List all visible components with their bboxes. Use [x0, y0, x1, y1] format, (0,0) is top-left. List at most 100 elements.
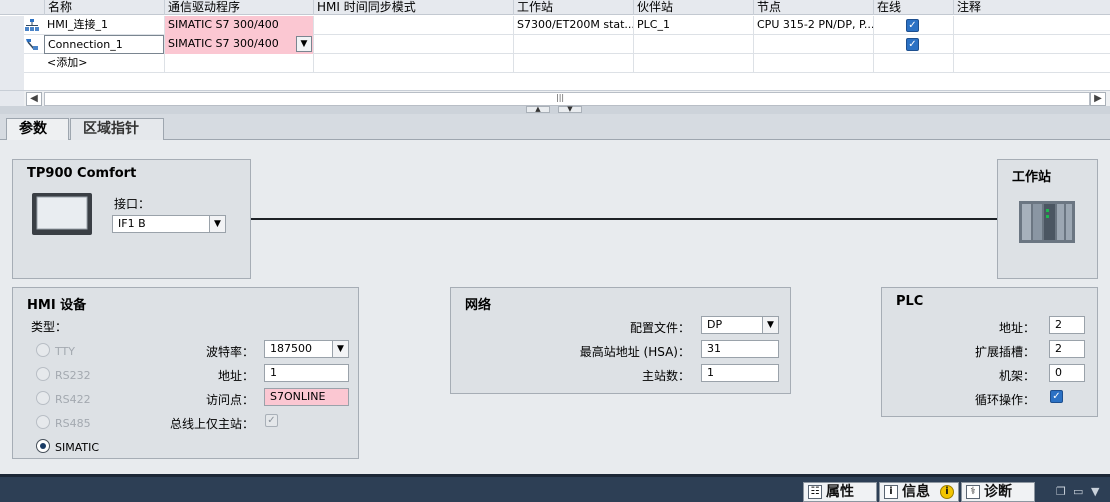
access-point-input[interactable]: S7ONLINE: [264, 388, 349, 406]
parameters-panel: TP900 Comfort 接口： IF1 B ▼ 工作站 HMI 设备 类型：…: [0, 140, 1110, 474]
rack-input[interactable]: 0: [1049, 364, 1085, 382]
column-header-driver[interactable]: 通信驱动程序: [164, 0, 313, 15]
radio-simatic-label: SIMATIC: [55, 441, 100, 454]
column-header-node[interactable]: 节点: [753, 0, 873, 15]
hmi-device-title: TP900 Comfort: [27, 166, 137, 181]
slot-input[interactable]: 2: [1049, 340, 1085, 358]
tab-parameters[interactable]: 参数: [6, 118, 69, 141]
cell-driver-select[interactable]: SIMATIC S7 300/400 ▼: [164, 35, 313, 54]
hmi-address-input[interactable]: 1: [264, 364, 349, 382]
profile-label: 配置文件：: [629, 321, 690, 335]
tab-bar: 参数 区域指针: [0, 114, 1110, 141]
cell-driver[interactable]: SIMATIC S7 300/400: [164, 16, 313, 35]
cell-partner[interactable]: [633, 35, 753, 54]
radio-rs232-label: RS232: [55, 369, 91, 382]
chevron-down-icon[interactable]: ▼: [209, 216, 225, 232]
table-header: 名称 通信驱动程序 HMI 时间同步模式 工作站 伙伴站 节点 在线 注释: [0, 0, 1110, 15]
cell-partner[interactable]: PLC_1: [633, 16, 753, 35]
radio-rs422[interactable]: [36, 391, 50, 405]
panel-splitter[interactable]: ▲ ▼: [0, 106, 1110, 114]
plc-title: PLC: [896, 294, 924, 309]
connections-table: 名称 通信驱动程序 HMI 时间同步模式 工作站 伙伴站 节点 在线 注释 HM…: [0, 0, 1110, 90]
chevron-down-icon[interactable]: ▼: [296, 36, 312, 52]
radio-rs232[interactable]: [36, 367, 50, 381]
column-header-online[interactable]: 在线: [873, 0, 953, 15]
network-box: 网络 配置文件： DP ▼ 最高站地址 (HSA)： 31 主站数： 1: [450, 287, 791, 394]
properties-label: 属性: [826, 484, 854, 500]
cyclic-checkbox[interactable]: [1050, 390, 1063, 403]
column-header-comment[interactable]: 注释: [953, 0, 1110, 15]
tab-area-pointers[interactable]: 区域指针: [70, 118, 164, 140]
restore-icon[interactable]: ❐: [1056, 485, 1066, 498]
rack-label: 机架：: [998, 369, 1035, 383]
cell-node[interactable]: [753, 35, 873, 54]
status-bar: ☷ 属性 i 信息 i ⚕ 诊断 ❐ ▭ ▼: [0, 474, 1110, 502]
interface-label: 接口：: [114, 197, 151, 211]
scroll-left-icon[interactable]: ◀: [26, 92, 42, 106]
plc-address-label: 地址：: [998, 321, 1035, 335]
minimize-icon[interactable]: ▭: [1073, 485, 1083, 498]
online-checkbox[interactable]: [906, 38, 919, 51]
properties-button[interactable]: ☷ 属性: [803, 482, 877, 502]
hmi-settings-box: HMI 设备 类型： TTY RS232 RS422 RS485 SIMATIC…: [12, 287, 359, 459]
add-connection-link[interactable]: <添加>: [44, 54, 164, 73]
radio-rs485[interactable]: [36, 415, 50, 429]
info-button[interactable]: i 信息 i: [879, 482, 959, 502]
radio-tty-label: TTY: [55, 345, 75, 358]
horizontal-scrollbar[interactable]: ◀ ||| ▶: [24, 90, 1110, 106]
online-checkbox[interactable]: [906, 19, 919, 32]
plc-address-input[interactable]: 2: [1049, 316, 1085, 334]
diagnostics-button[interactable]: ⚕ 诊断: [961, 482, 1035, 502]
cell-name[interactable]: HMI_连接_1: [44, 16, 164, 35]
chevron-down-icon[interactable]: ▼: [1091, 485, 1099, 498]
column-header-station[interactable]: 工作站: [513, 0, 633, 15]
collapse-up-icon[interactable]: ▲: [526, 106, 550, 113]
grip-icon: |||: [556, 93, 565, 102]
hsa-label: 最高站地址 (HSA)：: [579, 345, 690, 359]
chevron-down-icon[interactable]: ▼: [332, 341, 348, 357]
cell-time-sync[interactable]: [313, 35, 513, 54]
hmi-connection-icon: [25, 19, 39, 31]
cell-station[interactable]: [513, 35, 633, 54]
chevron-down-icon[interactable]: ▼: [762, 317, 778, 333]
cell-time-sync[interactable]: [313, 16, 513, 35]
column-header-name[interactable]: 名称: [44, 0, 164, 15]
collapse-down-icon[interactable]: ▼: [558, 106, 582, 113]
masters-label: 主站数：: [641, 369, 690, 383]
cell-comment[interactable]: [953, 16, 1110, 35]
cell-name-editing[interactable]: Connection_1: [44, 35, 164, 54]
radio-simatic[interactable]: [36, 439, 50, 453]
table-row[interactable]: Connection_1 SIMATIC S7 300/400 ▼: [0, 35, 1110, 54]
scrollbar-thumb[interactable]: [44, 92, 1090, 106]
diagnostics-label: 诊断: [984, 484, 1012, 500]
baud-value: 187500: [270, 342, 312, 355]
station-title: 工作站: [1012, 170, 1052, 185]
hsa-input[interactable]: 31: [701, 340, 779, 358]
plc-station-icon: [1019, 201, 1075, 243]
table-row[interactable]: HMI_连接_1 SIMATIC S7 300/400 S7300/ET200M…: [0, 16, 1110, 35]
cyclic-label: 循环操作：: [974, 393, 1035, 407]
interface-select[interactable]: IF1 B ▼: [112, 215, 226, 233]
hmi-panel-icon: [32, 193, 92, 235]
info-icon: i: [940, 485, 954, 499]
radio-tty[interactable]: [36, 343, 50, 357]
profile-select[interactable]: DP ▼: [701, 316, 779, 334]
info-label: 信息: [902, 484, 930, 500]
cell-station[interactable]: S7300/ET200M stat...: [513, 16, 633, 35]
cell-comment[interactable]: [953, 35, 1110, 54]
interface-value: IF1 B: [118, 217, 146, 230]
baud-select[interactable]: 187500 ▼: [264, 340, 349, 358]
scroll-right-icon[interactable]: ▶: [1090, 92, 1106, 106]
only-master-checkbox[interactable]: [265, 414, 278, 427]
column-header-time-sync[interactable]: HMI 时间同步模式: [313, 0, 513, 15]
driver-select-value: SIMATIC S7 300/400: [168, 37, 279, 50]
masters-input[interactable]: 1: [701, 364, 779, 382]
connection-edit-icon: [26, 39, 38, 50]
column-header-partner[interactable]: 伙伴站: [633, 0, 753, 15]
radio-rs485-label: RS485: [55, 417, 91, 430]
connection-line: [251, 218, 997, 220]
hmi-settings-title: HMI 设备: [27, 298, 87, 313]
profile-value: DP: [707, 318, 723, 331]
add-row[interactable]: <添加>: [0, 54, 1110, 73]
cell-node[interactable]: CPU 315-2 PN/DP, P...: [753, 16, 873, 35]
